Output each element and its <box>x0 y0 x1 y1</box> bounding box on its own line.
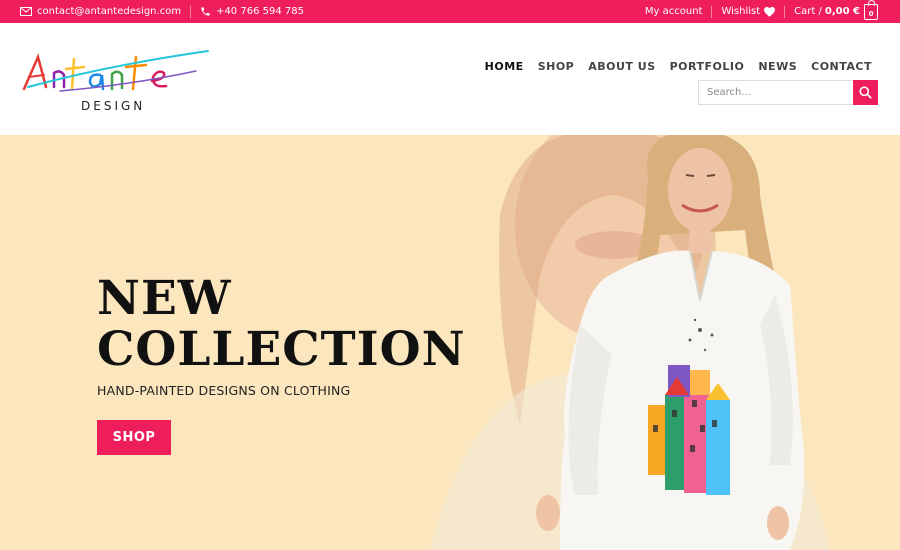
envelope-icon <box>20 7 32 16</box>
email-text: contact@antantedesign.com <box>37 6 182 17</box>
nav-home[interactable]: HOME <box>485 60 524 73</box>
hero-title-line-2: COLLECTION <box>97 322 466 377</box>
nav-news[interactable]: NEWS <box>758 60 797 73</box>
search-icon <box>859 86 872 99</box>
search-form <box>698 80 878 105</box>
top-bar-account: My account Wishlist Cart / 0,00 € 0 <box>645 0 878 23</box>
site-header: DESIGN HOME SHOP ABOUT US PORTFOLIO NEWS… <box>0 23 900 135</box>
nav-shop[interactable]: SHOP <box>538 60 575 73</box>
search-button[interactable] <box>853 80 878 105</box>
cart-label: Cart / <box>794 6 822 17</box>
phone-icon <box>201 7 210 16</box>
logo-wordmark <box>22 50 209 92</box>
hero-title-line-1: NEW <box>97 271 232 326</box>
nav-portfolio[interactable]: PORTFOLIO <box>670 60 745 73</box>
cart-amount: 0,00 € <box>824 6 860 17</box>
shopping-bag-icon: 0 <box>864 0 878 20</box>
logo-subtitle: DESIGN <box>81 99 146 113</box>
top-bar: contact@antantedesign.com +40 766 594 78… <box>0 0 900 23</box>
phone-text: +40 766 594 785 <box>216 6 304 17</box>
wishlist-link[interactable]: Wishlist <box>721 6 776 17</box>
heart-icon <box>764 6 776 17</box>
email-link[interactable]: contact@antantedesign.com <box>20 6 181 17</box>
hero-shop-button[interactable]: SHOP <box>97 420 171 455</box>
nav-contact[interactable]: CONTACT <box>811 60 872 73</box>
hero-title: NEW COLLECTION <box>97 273 466 375</box>
top-bar-contacts: contact@antantedesign.com +40 766 594 78… <box>20 0 304 23</box>
wishlist-text: Wishlist <box>721 6 761 17</box>
divider <box>784 5 786 18</box>
my-account-link[interactable]: My account <box>645 6 703 17</box>
divider <box>711 5 713 18</box>
cart-link[interactable]: Cart / 0,00 € 0 <box>794 0 878 20</box>
hero-banner: NEW COLLECTION HAND-PAINTED DESIGNS ON C… <box>0 135 900 550</box>
nav-about-us[interactable]: ABOUT US <box>588 60 655 73</box>
phone-link[interactable]: +40 766 594 785 <box>200 6 304 17</box>
cart-count: 0 <box>868 9 874 18</box>
main-nav: HOME SHOP ABOUT US PORTFOLIO NEWS CONTAC… <box>471 60 872 73</box>
my-account-text: My account <box>644 6 703 17</box>
divider <box>190 5 192 18</box>
hero-subtitle: HAND-PAINTED DESIGNS ON CLOTHING <box>97 383 351 398</box>
search-input[interactable] <box>698 80 853 105</box>
